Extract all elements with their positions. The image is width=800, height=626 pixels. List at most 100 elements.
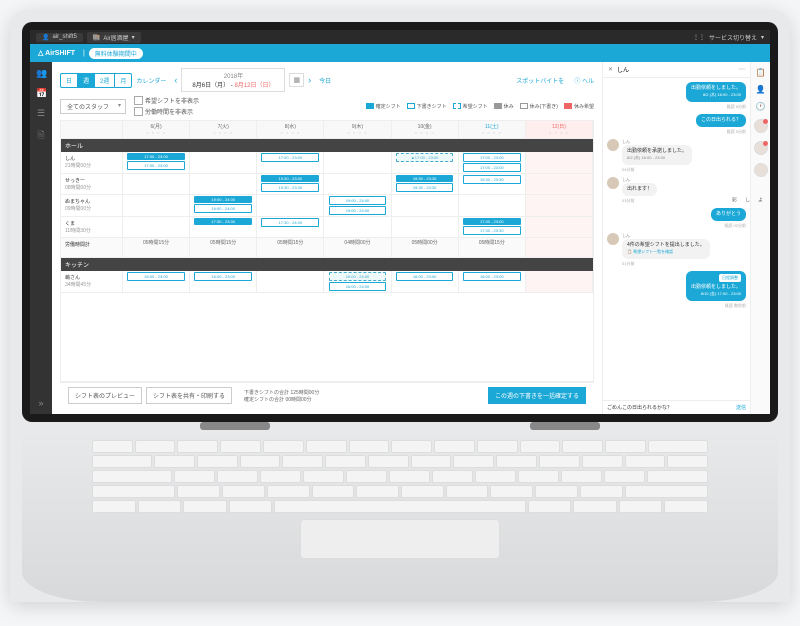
shift-cell[interactable]: 16:00 - 23:00: [190, 271, 257, 292]
shift-chip[interactable]: 16:00 - 24:00: [329, 272, 387, 281]
shift-chip[interactable]: 16:00 - 23:00: [127, 272, 185, 281]
prev-arrow-icon[interactable]: ‹: [174, 75, 177, 85]
shift-cell[interactable]: 16:00 - 24:0016:00 - 24:00: [324, 271, 391, 292]
nav-list-icon[interactable]: ☰: [36, 108, 46, 118]
shift-cell[interactable]: [324, 217, 391, 237]
avatar[interactable]: [754, 119, 768, 133]
date-display[interactable]: 2018年 8月6日（月） - 8月12日（日）: [181, 68, 285, 92]
calendar-icon[interactable]: ▦: [289, 73, 304, 87]
shift-chip[interactable]: 19:30 - 23:30: [261, 175, 319, 182]
shift-chip[interactable]: 19:30 - 23:30: [463, 175, 521, 184]
shift-chip[interactable]: 16:00 - 23:00: [463, 272, 521, 281]
shift-chip[interactable]: 19:30 - 23:30: [396, 183, 454, 192]
shift-chip[interactable]: 17:30 - 23:30: [194, 218, 252, 225]
nav-doc-icon[interactable]: 🗎: [36, 128, 46, 138]
shift-cell[interactable]: 17:30 - 24:00: [257, 217, 324, 237]
shift-chip[interactable]: 17:00 - 23:00: [463, 163, 521, 172]
seg-week[interactable]: 週: [78, 74, 95, 87]
close-icon[interactable]: ✕: [608, 66, 613, 73]
chat-input[interactable]: ごめんこの日出られるかな？: [607, 404, 733, 411]
shift-chip[interactable]: 19:00 - 24:00: [194, 204, 252, 213]
hide-request-checkbox[interactable]: 希望シフトを非表示: [134, 96, 199, 105]
shift-cell[interactable]: 16:00 - 23:00: [459, 271, 526, 292]
shift-cell[interactable]: 19:30 - 23:3019:30 - 23:30: [257, 174, 324, 194]
shift-cell[interactable]: 17:30 - 23:0017:30 - 23:30: [459, 217, 526, 237]
shift-chip[interactable]: 19:00 - 24:00: [329, 196, 387, 205]
nav-user-icon[interactable]: 👥: [36, 68, 46, 78]
staff-name[interactable]: くま11時間30分: [61, 217, 123, 237]
shift-chip[interactable]: ▲17:00 - 23:00: [396, 153, 454, 162]
avatar[interactable]: [754, 141, 768, 155]
seg-month[interactable]: 月: [115, 74, 131, 87]
staff-name[interactable]: 嶋さん34時間45分: [61, 271, 123, 292]
calendar-link[interactable]: カレンダー: [136, 76, 166, 85]
shift-cell[interactable]: [257, 195, 324, 216]
user-add-icon[interactable]: 👤: [756, 85, 766, 94]
store-tab[interactable]: 🏬Air居酒屋 ▾: [87, 32, 141, 43]
shift-cell[interactable]: [324, 174, 391, 194]
grid-icon[interactable]: ⋮⋮: [693, 34, 705, 41]
shift-chip[interactable]: 17:30 - 23:30: [463, 226, 521, 235]
more-icon[interactable]: ⋯: [739, 66, 745, 73]
shift-cell[interactable]: [324, 152, 391, 173]
shift-cell[interactable]: 17:00 - 23:0017:00 - 23:00: [459, 152, 526, 173]
shift-chip[interactable]: 19:30 - 23:30: [396, 175, 454, 182]
shift-chip[interactable]: 17:30 - 23:00: [463, 218, 521, 225]
shift-cell[interactable]: 19:00 - 24:0019:00 - 24:00: [190, 195, 257, 216]
nav-calendar-icon[interactable]: 📅: [36, 88, 46, 98]
shift-chip[interactable]: 17:30 - 24:00: [261, 218, 319, 227]
shift-cell[interactable]: 19:00 - 24:0019:00 - 24:00: [324, 195, 391, 216]
avatar[interactable]: [754, 163, 768, 177]
staff-name[interactable]: ぬまちゃん09時間00分: [61, 195, 123, 216]
shift-chip[interactable]: 16:00 - 24:00: [329, 282, 387, 291]
shift-cell[interactable]: [526, 174, 593, 194]
shift-cell[interactable]: 19:30 - 23:30: [459, 174, 526, 194]
shift-chip[interactable]: 17:00 - 23:00: [261, 153, 319, 162]
spotbite-link[interactable]: スポットバイトを: [516, 76, 564, 85]
shift-cell[interactable]: [526, 195, 593, 216]
shift-chip[interactable]: 16:00 - 23:00: [396, 272, 454, 281]
staff-name[interactable]: しん21時間00分: [61, 152, 123, 173]
shift-cell[interactable]: [123, 174, 190, 194]
shift-request-icon[interactable]: 📋: [756, 68, 766, 77]
shift-cell[interactable]: 17:00 - 23:0017:00 - 23:00: [123, 152, 190, 173]
shift-cell[interactable]: 17:30 - 23:30: [190, 217, 257, 237]
preview-button[interactable]: シフト表のプレビュー: [68, 387, 142, 404]
shift-chip[interactable]: 17:00 - 23:00: [127, 153, 185, 160]
shift-chip[interactable]: 19:00 - 24:00: [194, 196, 252, 203]
shift-cell[interactable]: 16:00 - 23:00: [123, 271, 190, 292]
shift-cell[interactable]: 19:30 - 23:3019:30 - 23:30: [392, 174, 459, 194]
shift-chip[interactable]: 19:00 - 24:00: [329, 206, 387, 215]
shift-cell[interactable]: [190, 152, 257, 173]
seg-day[interactable]: 日: [61, 74, 78, 87]
seg-2week[interactable]: 2週: [95, 74, 115, 87]
shift-cell[interactable]: [526, 152, 593, 173]
shift-cell[interactable]: ▲17:00 - 23:00: [392, 152, 459, 173]
nav-expand-icon[interactable]: »: [36, 398, 46, 408]
shift-chip[interactable]: 16:00 - 23:00: [194, 272, 252, 281]
shift-cell[interactable]: [459, 195, 526, 216]
shift-cell[interactable]: 17:00 - 23:00: [257, 152, 324, 173]
shift-cell[interactable]: [123, 195, 190, 216]
hide-hours-checkbox[interactable]: 労働時間を非表示: [134, 107, 199, 116]
next-arrow-icon[interactable]: ›: [308, 75, 311, 85]
shift-cell[interactable]: [257, 271, 324, 292]
shift-cell[interactable]: [392, 195, 459, 216]
help-link[interactable]: ⓘ ヘル: [574, 76, 594, 85]
clock-icon[interactable]: 🕐: [756, 102, 766, 111]
shift-cell[interactable]: [392, 217, 459, 237]
shift-chip[interactable]: 17:00 - 23:00: [127, 161, 185, 170]
shift-chip[interactable]: 19:30 - 23:30: [261, 183, 319, 192]
shift-cell[interactable]: [526, 217, 593, 237]
send-button[interactable]: 送信: [736, 404, 746, 411]
shift-cell[interactable]: [123, 217, 190, 237]
shift-cell[interactable]: [526, 271, 593, 292]
shift-cell[interactable]: [190, 174, 257, 194]
service-switch[interactable]: サービス切り替え: [709, 33, 757, 42]
user-tab[interactable]: 👤air_shift5: [36, 33, 83, 42]
staff-name[interactable]: せっきー08時間00分: [61, 174, 123, 194]
shift-chip[interactable]: 17:00 - 23:00: [463, 153, 521, 162]
shift-cell[interactable]: 16:00 - 23:00: [392, 271, 459, 292]
share-button[interactable]: シフト表を共有・印刷する: [146, 387, 232, 404]
staff-dropdown[interactable]: 全てのスタッフ: [60, 99, 126, 114]
